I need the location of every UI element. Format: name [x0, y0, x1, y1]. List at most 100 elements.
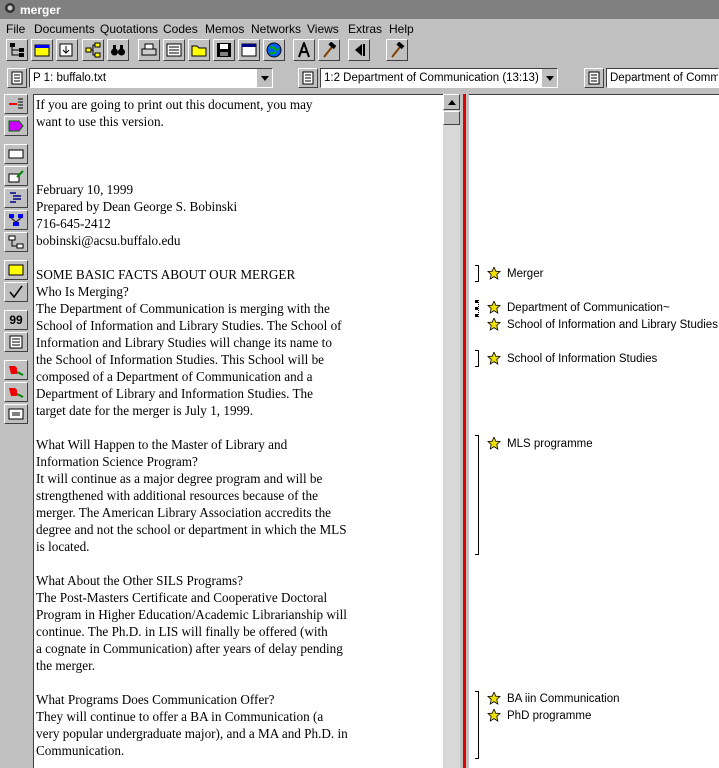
quotation-dropdown-arrow[interactable]	[541, 69, 557, 87]
window-list-button[interactable]	[238, 39, 260, 61]
code-label: School of Information and Library Studie…	[507, 319, 718, 331]
document-line: is located.	[36, 539, 90, 554]
app-icon	[5, 3, 15, 13]
check-button[interactable]	[4, 282, 28, 302]
scroll-thumb[interactable]	[443, 111, 460, 125]
comment-button[interactable]	[4, 404, 28, 424]
code-tag[interactable]: PhD programme	[487, 708, 591, 724]
code-tag[interactable]: BA iin Communication	[487, 691, 620, 707]
memo-button[interactable]	[4, 332, 28, 352]
code-selector-value: Department of Communi	[610, 72, 719, 84]
list-icon	[166, 43, 182, 57]
save-button[interactable]	[213, 39, 235, 61]
import-button[interactable]	[56, 39, 78, 61]
hammer-icon	[391, 42, 405, 58]
code-tool-button[interactable]	[386, 39, 408, 61]
document-dropdown-arrow[interactable]	[256, 69, 272, 87]
printer-icon	[141, 43, 157, 56]
menu-help[interactable]: Help	[389, 22, 414, 36]
tree-button[interactable]	[82, 39, 104, 61]
outline-icon	[10, 192, 21, 203]
code-icon	[588, 71, 600, 85]
code-star-icon	[487, 692, 501, 705]
document-line: Communication.	[36, 743, 125, 758]
title-bar: merger	[0, 0, 719, 19]
quotation-bracket[interactable]	[475, 691, 479, 759]
highlight-button[interactable]	[4, 260, 28, 280]
document-line: The Department of Communication is mergi…	[36, 301, 330, 316]
chevron-down-icon	[260, 75, 269, 81]
document-line: What Programs Does Communication Offer?	[36, 692, 275, 707]
code-tag-button[interactable]	[4, 116, 28, 136]
code-tag[interactable]: School of Information Studies	[487, 351, 657, 367]
code-label: BA iin Communication	[507, 693, 620, 705]
menu-extras[interactable]: Extras	[348, 22, 382, 36]
document-line: 716-645-2412	[36, 216, 111, 231]
font-button[interactable]	[293, 39, 315, 61]
list-button[interactable]	[163, 39, 185, 61]
hierarchy-button[interactable]	[6, 39, 28, 61]
code-tag[interactable]: Merger	[487, 266, 543, 282]
quotation-bracket[interactable]	[475, 265, 479, 282]
back-button[interactable]	[348, 39, 370, 61]
code-selector[interactable]: Department of Communi	[606, 68, 719, 88]
quotation-bracket[interactable]	[475, 300, 479, 317]
hierarchy-link-button[interactable]	[4, 232, 28, 252]
document-scrollbar[interactable]	[443, 94, 460, 768]
code-list-button[interactable]	[584, 68, 604, 88]
document-icon	[11, 71, 23, 85]
network-button[interactable]	[4, 210, 28, 230]
hammer-button[interactable]	[318, 39, 340, 61]
code-tag[interactable]: School of Information and Library Studie…	[487, 317, 718, 333]
yellow-window-button[interactable]	[31, 39, 53, 61]
document-line: a cognate in Communication) after years …	[36, 641, 343, 656]
link-code-button[interactable]	[4, 360, 28, 380]
checkmark-icon	[9, 285, 23, 299]
link-memo-button[interactable]	[4, 382, 28, 402]
quotation-list-button[interactable]	[298, 68, 318, 88]
menu-memos[interactable]: Memos	[205, 22, 244, 36]
pane-splitter[interactable]	[460, 94, 469, 768]
quotation-selector[interactable]: 1:2 Department of Communication (13:13)	[320, 68, 558, 88]
outline-button[interactable]	[4, 188, 28, 208]
code-margin[interactable]: Merger Department of Communication~ Scho…	[469, 94, 719, 768]
code-tag[interactable]: MLS programme	[487, 436, 593, 452]
document-list-button[interactable]	[7, 68, 27, 88]
code-tag[interactable]: Department of Communication~	[487, 300, 670, 316]
quotation-selector-value: 1:2 Department of Communication (13:13)	[324, 72, 539, 84]
scroll-up-button[interactable]	[443, 94, 460, 110]
document-pane[interactable]: If you are going to print out this docum…	[33, 94, 443, 768]
web-button[interactable]	[263, 39, 285, 61]
edit-quotation-button[interactable]	[4, 166, 28, 186]
quote-count-button[interactable]: 99	[4, 310, 28, 330]
rectangle-button[interactable]	[4, 144, 28, 164]
menu-views[interactable]: Views	[307, 22, 339, 36]
document-selector[interactable]: P 1: buffalo.txt	[29, 68, 273, 88]
quotation-icon	[302, 71, 314, 85]
document-line: target date for the merger is July 1, 19…	[36, 403, 254, 418]
hammer-icon	[323, 42, 337, 58]
menu-codes[interactable]: Codes	[163, 22, 198, 36]
search-button[interactable]	[107, 39, 129, 61]
create-quotation-button[interactable]	[4, 94, 28, 114]
document-line: the merger.	[36, 658, 96, 673]
print-button[interactable]	[138, 39, 160, 61]
code-star-icon	[487, 267, 501, 280]
document-line: School of Information and Library Studie…	[36, 318, 342, 333]
menu-quotations[interactable]: Quotations	[100, 22, 158, 36]
menu-file[interactable]: File	[6, 22, 25, 36]
menu-networks[interactable]: Networks	[251, 22, 301, 36]
document-line: strengthened with additional resources b…	[36, 488, 318, 503]
code-label: PhD programme	[507, 710, 592, 722]
link-red-icon	[9, 366, 24, 376]
quotation-bracket[interactable]	[475, 435, 479, 555]
quotation-bracket[interactable]	[475, 350, 479, 367]
document-line: It will continue as a major degree progr…	[36, 471, 323, 486]
document-selector-value: P 1: buffalo.txt	[33, 72, 107, 84]
pencil-icon	[8, 170, 24, 183]
document-line: want to use this version.	[36, 114, 164, 129]
open-button[interactable]	[188, 39, 210, 61]
document-line: composed of a Department of Communicatio…	[36, 369, 313, 384]
document-line: Prepared by Dean George S. Bobinski	[36, 199, 238, 214]
menu-documents[interactable]: Documents	[34, 22, 95, 36]
